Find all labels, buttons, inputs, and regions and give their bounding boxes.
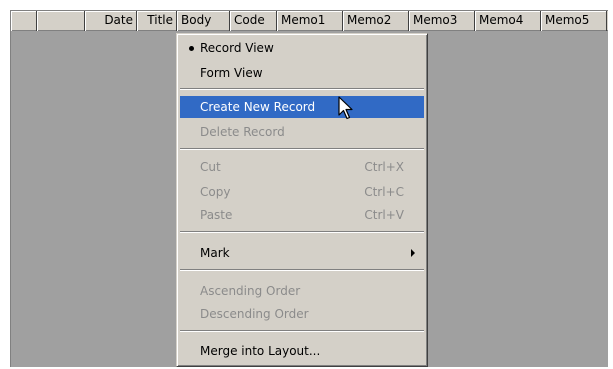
radio-bullet-icon	[189, 46, 194, 51]
column-header-body[interactable]: Body	[177, 11, 230, 31]
column-header-memo3[interactable]: Memo3	[409, 11, 475, 31]
column-header-date[interactable]: Date	[85, 11, 137, 31]
menu-item-paste[interactable]: Paste Ctrl+V	[180, 204, 424, 226]
menu-item-shortcut: Ctrl+C	[364, 185, 404, 199]
menu-item-descending-order[interactable]: Descending Order	[180, 303, 424, 325]
column-header-code[interactable]: Code	[230, 11, 277, 31]
menu-item-label: Merge into Layout...	[200, 344, 321, 358]
menu-separator	[180, 330, 424, 332]
column-header-row: Date Title Body Code Memo1 Memo2 Memo3 M…	[11, 11, 608, 31]
column-header[interactable]	[37, 11, 85, 31]
menu-item-mark[interactable]: Mark	[180, 242, 424, 264]
menu-item-create-new-record[interactable]: Create New Record	[180, 96, 424, 118]
menu-item-ascending-order[interactable]: Ascending Order	[180, 280, 424, 302]
submenu-arrow-icon	[411, 249, 415, 257]
menu-item-delete-record[interactable]: Delete Record	[180, 121, 424, 143]
column-header-memo2[interactable]: Memo2	[343, 11, 409, 31]
menu-item-record-view[interactable]: Record View	[180, 37, 424, 59]
column-header-title[interactable]: Title	[137, 11, 177, 31]
menu-separator	[180, 231, 424, 233]
menu-item-copy[interactable]: Copy Ctrl+C	[180, 181, 424, 203]
menu-separator	[180, 148, 424, 150]
menu-item-label: Form View	[200, 66, 263, 80]
menu-item-shortcut: Ctrl+V	[364, 208, 404, 222]
menu-item-shortcut: Ctrl+X	[364, 160, 404, 174]
column-header[interactable]	[11, 11, 37, 31]
column-header-memo4[interactable]: Memo4	[475, 11, 541, 31]
menu-item-label: Descending Order	[200, 307, 309, 321]
menu-item-label: Cut	[200, 160, 221, 174]
menu-item-label: Record View	[200, 41, 274, 55]
menu-item-merge-into-layout[interactable]: Merge into Layout...	[180, 340, 424, 362]
menu-item-label: Ascending Order	[200, 284, 301, 298]
context-menu: Record View Form View Create New Record …	[176, 33, 428, 367]
menu-item-label: Create New Record	[200, 100, 316, 114]
menu-item-label: Paste	[200, 208, 233, 222]
menu-item-form-view[interactable]: Form View	[180, 62, 424, 84]
menu-item-label: Mark	[200, 246, 230, 260]
arrow-pointer-icon	[338, 96, 353, 120]
column-header-memo5[interactable]: Memo5	[541, 11, 607, 31]
column-header-memo1[interactable]: Memo1	[277, 11, 343, 31]
menu-item-cut[interactable]: Cut Ctrl+X	[180, 156, 424, 178]
menu-item-label: Copy	[200, 185, 231, 199]
menu-separator	[180, 88, 424, 90]
menu-separator	[180, 269, 424, 271]
menu-item-label: Delete Record	[200, 125, 285, 139]
